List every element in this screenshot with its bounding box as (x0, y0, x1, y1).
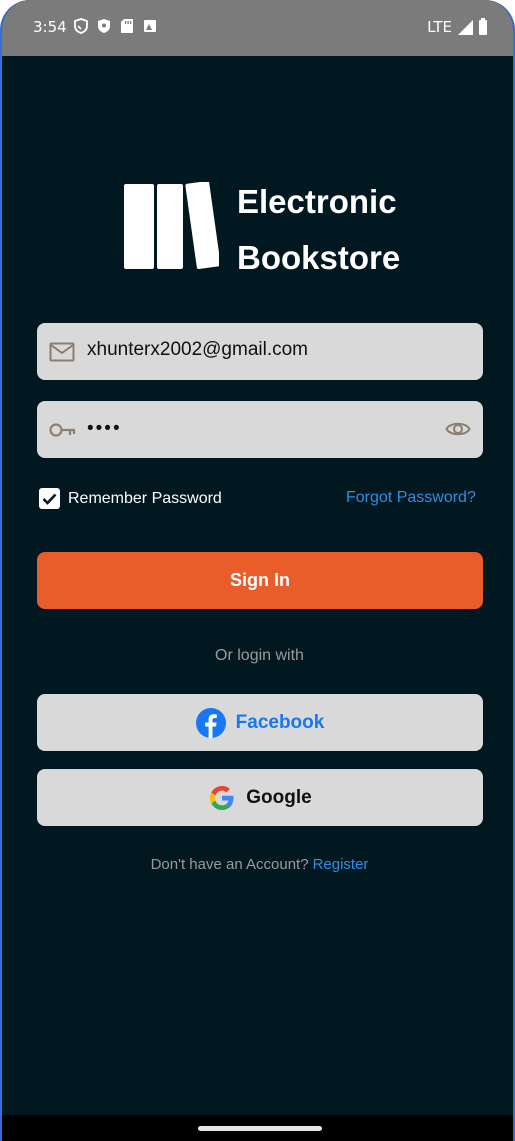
status-bar: 3:54 LTE (2, 0, 513, 56)
google-icon (210, 785, 234, 810)
home-gesture-handle[interactable] (198, 1126, 322, 1131)
or-login-with-text: Or login with (215, 647, 304, 664)
books-icon (124, 182, 219, 269)
password-value[interactable]: •••• (87, 418, 122, 440)
signal-icon (458, 19, 473, 35)
image-icon (144, 20, 156, 32)
shield-icon (74, 18, 88, 34)
register-link[interactable]: Register (313, 856, 369, 873)
phone-screen: 3:54 LTE Electronic Bookstore xhunterx20… (0, 0, 515, 1141)
facebook-label: Facebook (235, 711, 325, 733)
navigation-bar (2, 1115, 513, 1141)
checkbox-box[interactable] (39, 488, 60, 509)
app-title: Electronic Bookstore (237, 174, 400, 286)
facebook-icon (195, 707, 226, 738)
email-field[interactable]: xhunterx2002@gmail.com (37, 323, 483, 380)
forgot-password-link[interactable]: Forgot Password? (346, 489, 476, 507)
battery-icon (479, 17, 487, 35)
key-icon (49, 423, 76, 437)
remember-password-checkbox[interactable]: Remember Password (39, 488, 222, 509)
register-prompt: Don't have an Account? Register (2, 856, 513, 873)
email-value[interactable]: xhunterx2002@gmail.com (87, 339, 308, 361)
password-field[interactable]: •••• (37, 401, 483, 458)
no-account-text: Don't have an Account? (150, 856, 309, 873)
eye-icon[interactable] (445, 419, 471, 439)
shield-check-icon (98, 19, 110, 33)
network-type: LTE (427, 18, 452, 36)
remember-password-label: Remember Password (68, 489, 222, 507)
checkmark-icon (42, 493, 57, 505)
app-title-line2: Bookstore (237, 239, 401, 276)
mail-icon (49, 342, 75, 362)
status-right-group: LTE (427, 17, 487, 36)
facebook-login-button[interactable]: Facebook (37, 694, 483, 751)
sd-card-icon (121, 19, 133, 33)
google-label: Google (246, 786, 312, 808)
status-notification-icons (74, 18, 157, 34)
app-title-line1: Electronic (237, 183, 397, 220)
status-time: 3:54 (33, 18, 67, 36)
sign-in-button[interactable]: Sign In (37, 552, 483, 609)
google-login-button[interactable]: Google (37, 769, 483, 826)
